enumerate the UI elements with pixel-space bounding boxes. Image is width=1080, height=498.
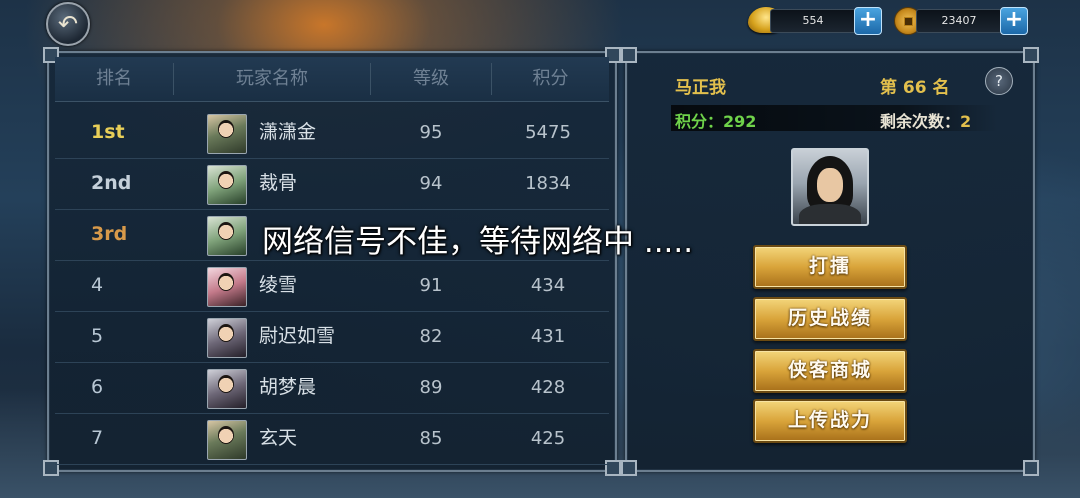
remaining-value: 2 — [960, 112, 972, 131]
add-copper-coin-button[interactable]: + — [1000, 7, 1028, 35]
player-rank: 第 66 名 — [880, 78, 950, 98]
back-arrow-icon: ↶ — [57, 10, 79, 38]
player-name: 尉迟如雪 — [259, 325, 336, 347]
player-name: 马正我 — [675, 78, 726, 98]
plus-icon: + — [858, 7, 878, 32]
panel-corner-ornament — [1023, 460, 1039, 476]
player-level: 95 — [419, 122, 443, 143]
help-button[interactable]: ? — [985, 67, 1013, 95]
rank-label: 5 — [91, 325, 104, 347]
rank-label: 2nd — [91, 172, 132, 194]
player-score: 5475 — [525, 122, 571, 143]
player-points: 积分：292 — [675, 108, 756, 132]
header-rank: 排名 — [96, 68, 132, 89]
avatar — [207, 165, 247, 205]
header-score: 积分 — [532, 68, 569, 89]
hero-shop-button[interactable]: 侠客商城 — [753, 349, 907, 393]
table-row[interactable]: 4 绫雪 91 434 — [55, 260, 609, 312]
rank-label: 6 — [91, 376, 104, 398]
table-row[interactable]: 1st 潇潇金 95 5475 — [55, 107, 609, 159]
avatar — [207, 420, 247, 460]
player-level: 89 — [419, 377, 443, 398]
player-score: 1834 — [525, 173, 571, 194]
player-score: 425 — [530, 428, 566, 449]
battle-history-button[interactable]: 历史战绩 — [753, 297, 907, 341]
upload-power-button[interactable]: 上传战力 — [753, 399, 907, 443]
header-player-name: 玩家名称 — [236, 68, 308, 89]
add-gold-ingot-button[interactable]: + — [854, 7, 882, 35]
table-row[interactable]: 7 玄天 85 425 — [55, 413, 609, 465]
avatar — [207, 318, 247, 358]
copper-coin-amount: 23407 — [916, 9, 1002, 33]
points-value: 292 — [723, 112, 757, 131]
header-level: 等级 — [413, 68, 449, 89]
portrait-face — [817, 168, 843, 202]
rank-label: 1st — [91, 121, 125, 143]
table-row[interactable]: 6 胡梦晨 89 428 — [55, 362, 609, 414]
rank-label: 7 — [91, 427, 104, 449]
player-name: 裁骨 — [259, 172, 298, 194]
leaderboard-list[interactable]: 1st 潇潇金 95 5475 2nd 裁骨 94 1834 3rd 4 绫雪 … — [55, 107, 609, 466]
player-level: 85 — [419, 428, 443, 449]
plus-icon: + — [1004, 7, 1024, 32]
player-portrait — [791, 148, 869, 226]
network-toast-message: 网络信号不佳，等待网络中 ..... — [262, 224, 694, 260]
avatar — [207, 369, 247, 409]
copper-coin-currency: 23407 + — [894, 7, 1028, 35]
challenge-button[interactable]: 打擂 — [753, 245, 907, 289]
points-label: 积分： — [675, 112, 724, 131]
back-arrow-button[interactable]: ↶ — [46, 2, 90, 46]
rank-label: 3rd — [91, 223, 128, 245]
player-name: 绫雪 — [259, 274, 298, 296]
leaderboard-header: 排名 玩家名称 等级 积分 — [55, 57, 609, 102]
question-mark-icon: ? — [995, 72, 1003, 90]
panel-corner-ornament — [621, 47, 637, 63]
avatar — [207, 216, 247, 256]
player-score: 434 — [530, 275, 566, 296]
player-level: 94 — [419, 173, 443, 194]
avatar — [207, 114, 247, 154]
table-row[interactable]: 2nd 裁骨 94 1834 — [55, 158, 609, 210]
panel-corner-ornament — [621, 460, 637, 476]
player-score: 431 — [530, 326, 566, 347]
player-level: 91 — [419, 275, 443, 296]
table-row[interactable]: 5 尉迟如雪 82 431 — [55, 311, 609, 363]
leaderboard-panel: 排名 玩家名称 等级 积分 1st 潇潇金 95 5475 2nd 裁骨 94 … — [43, 47, 621, 476]
player-info-panel: 马正我 第 66 名 ? 积分：292 剩余次数：2 打擂 历史战绩 侠客商城 … — [621, 47, 1039, 476]
rank-label: 4 — [91, 274, 104, 296]
panel-corner-ornament — [1023, 47, 1039, 63]
player-level: 82 — [419, 326, 443, 347]
avatar — [207, 267, 247, 307]
player-name: 潇潇金 — [259, 121, 317, 143]
player-name: 胡梦晨 — [259, 376, 317, 398]
player-score: 428 — [530, 377, 566, 398]
portrait-robe — [799, 204, 861, 224]
player-name: 玄天 — [259, 427, 298, 449]
gold-ingot-amount: 554 — [770, 9, 856, 33]
remaining-label: 剩余次数： — [880, 112, 961, 131]
gold-ingot-currency: 554 + — [748, 7, 882, 35]
remaining-attempts: 剩余次数：2 — [880, 108, 971, 132]
